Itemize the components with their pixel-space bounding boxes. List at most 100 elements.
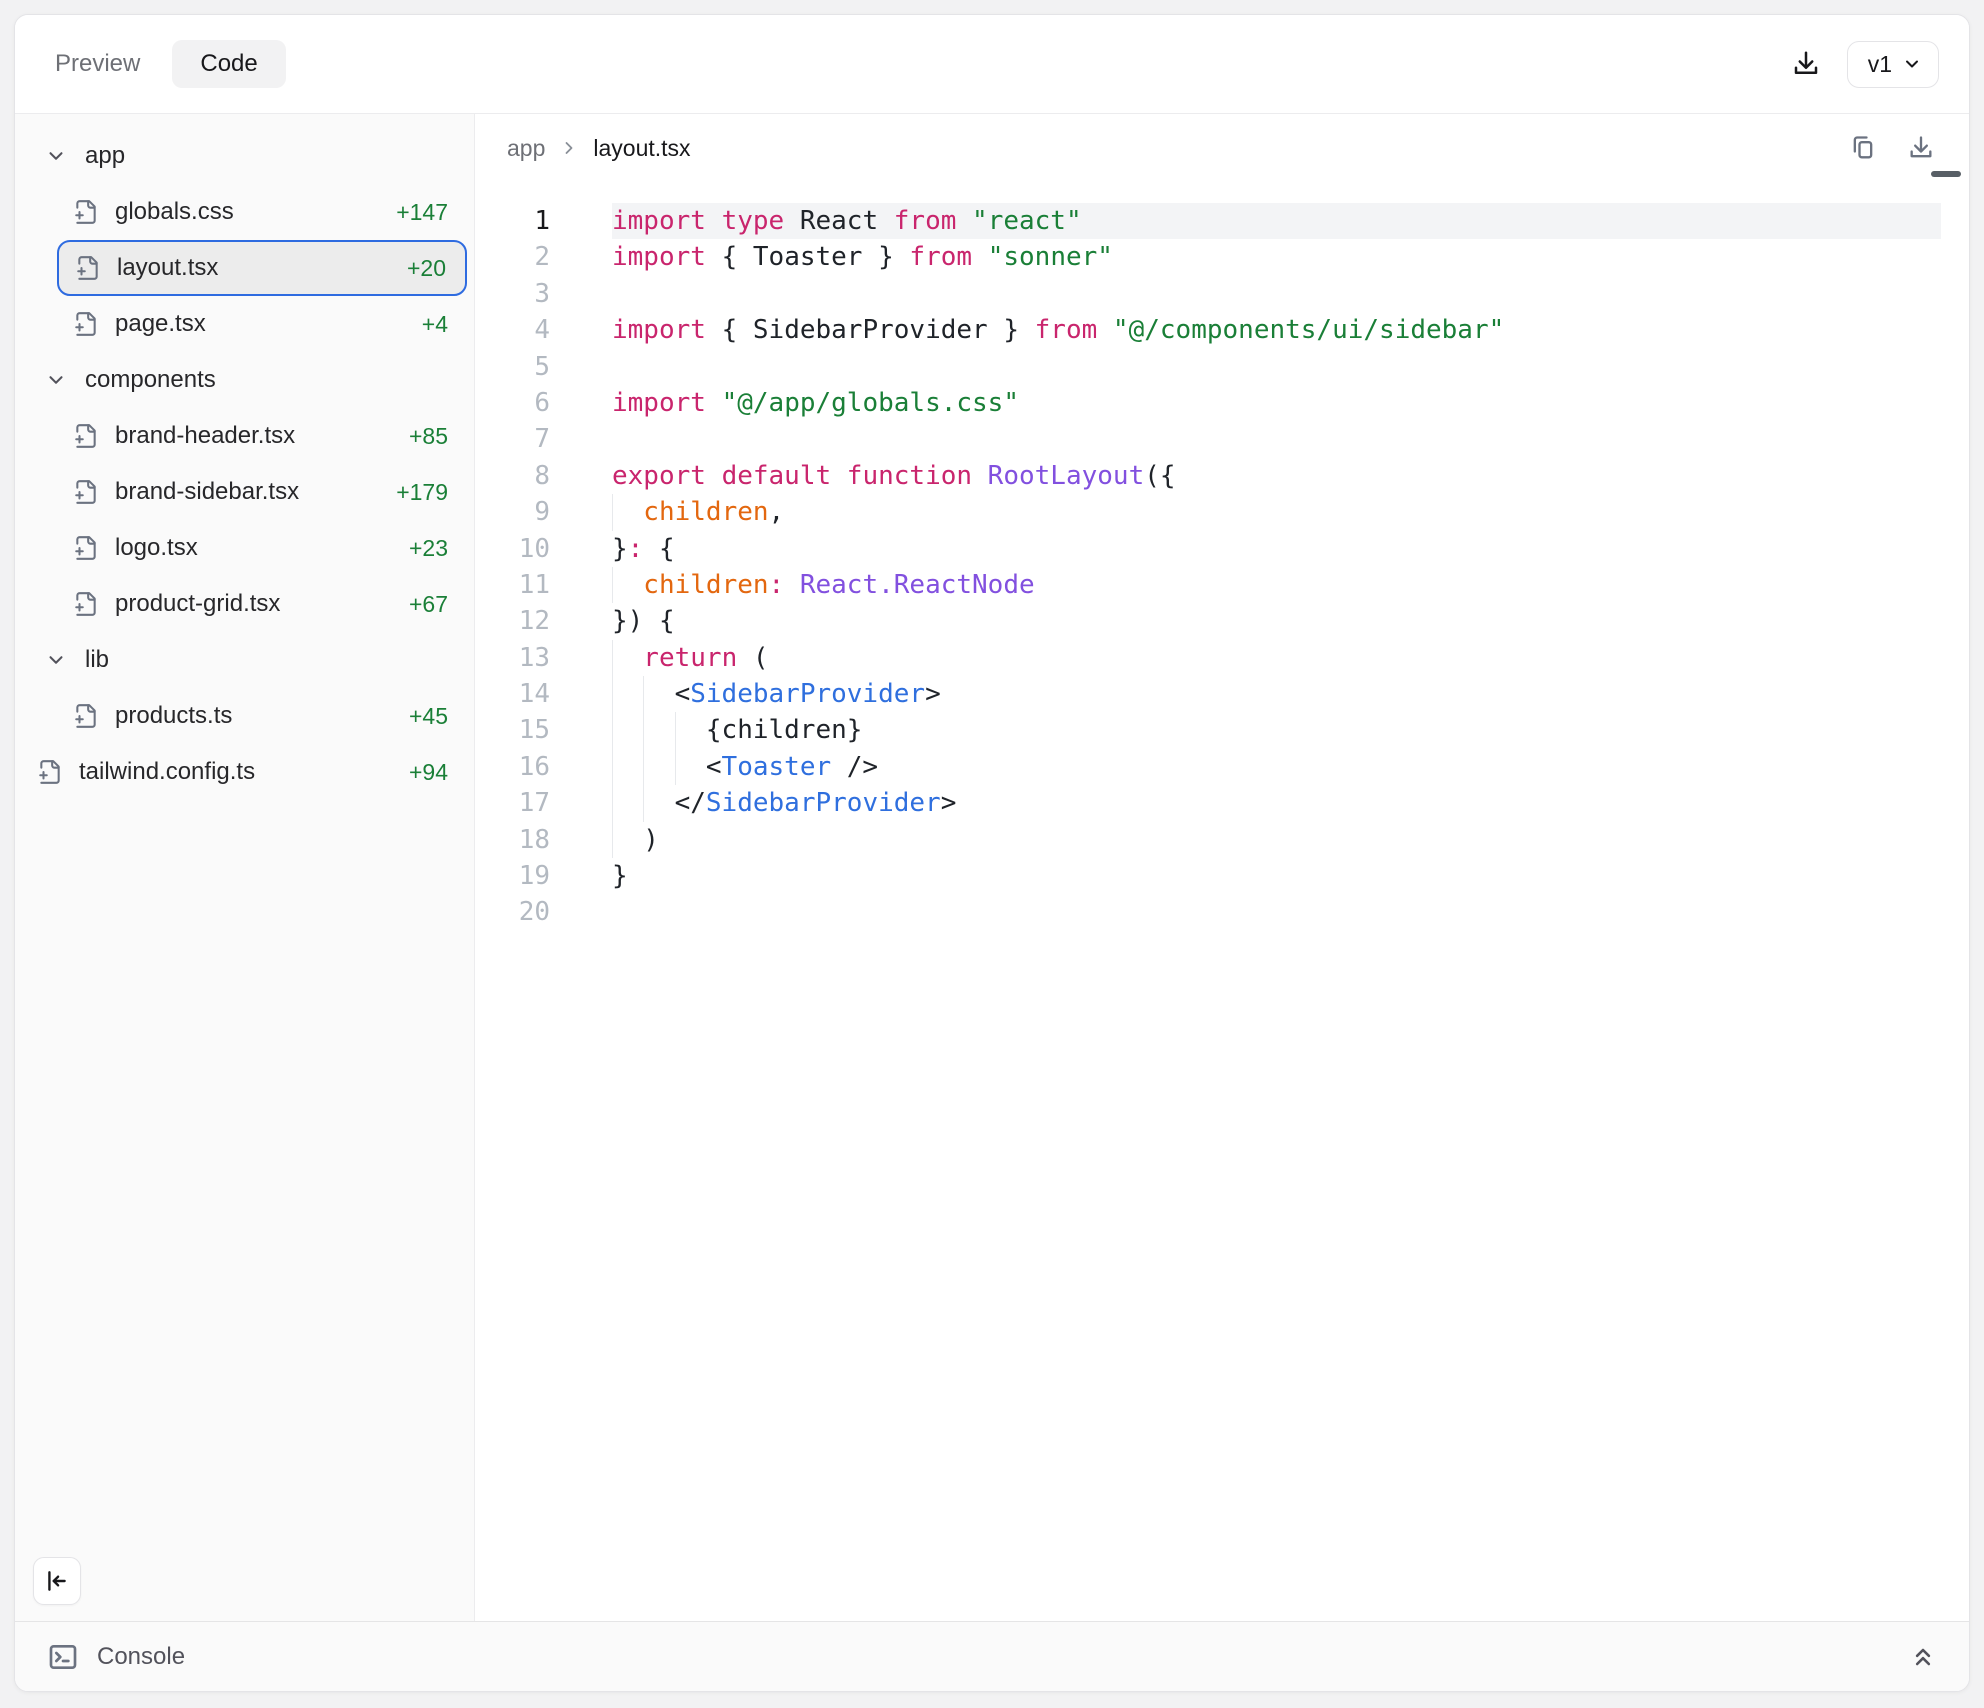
indent-guide: [612, 822, 643, 858]
breadcrumb: app layout.tsx: [475, 114, 1969, 174]
top-toolbar: Preview Code v1: [15, 15, 1969, 114]
code-token: ,: [769, 494, 785, 530]
code-line-20[interactable]: 20: [475, 894, 1969, 930]
code-line-16[interactable]: 16<Toaster />: [475, 749, 1969, 785]
code-line-content: import type React from "react": [612, 203, 1941, 239]
file-item-layout.tsx[interactable]: layout.tsx+20: [57, 240, 467, 296]
console-bar[interactable]: Console: [15, 1621, 1969, 1691]
code-line-4[interactable]: 4import { SidebarProvider } from "@/comp…: [475, 312, 1969, 348]
file-label: product-grid.tsx: [115, 590, 280, 618]
line-number: 18: [475, 822, 612, 858]
code-token: import: [612, 312, 706, 348]
code-line-17[interactable]: 17</SidebarProvider>: [475, 785, 1969, 821]
workspace-body: app globals.css +147 layout.tsx+20page.tsx+…: [15, 114, 1969, 1621]
panel-collapse-left-icon: [44, 1568, 70, 1594]
file-item-tailwind.config.ts[interactable]: tailwind.config.ts+94: [15, 744, 474, 800]
code-line-14[interactable]: 14<SidebarProvider>: [475, 676, 1969, 712]
code-line-5[interactable]: 5: [475, 349, 1969, 385]
code-line-18[interactable]: 18): [475, 822, 1969, 858]
line-number: 8: [475, 458, 612, 494]
file-item-brand-header.tsx[interactable]: brand-header.tsx +85: [15, 408, 474, 464]
file-tree-sidebar: app globals.css +147 layout.tsx+20page.tsx+…: [15, 114, 475, 1621]
tab-code[interactable]: Code: [172, 40, 285, 88]
diff-added-badge: +85: [409, 423, 448, 450]
file-item-brand-sidebar.tsx[interactable]: brand-sidebar.tsx+179: [15, 464, 474, 520]
indent-guide: [675, 749, 706, 785]
folder-item-components[interactable]: components: [15, 352, 474, 408]
code-line-6[interactable]: 6import "@/app/globals.css": [475, 385, 1969, 421]
code-token: :: [769, 567, 785, 603]
file-label: brand-header.tsx: [115, 422, 295, 450]
line-number: 20: [475, 894, 612, 930]
diff-added-badge: +67: [409, 591, 448, 618]
diff-added-badge: +147: [396, 199, 448, 226]
chevron-down-icon: [45, 369, 67, 391]
folder-label: app: [85, 142, 125, 170]
code-token: React.ReactNode: [784, 567, 1034, 603]
file-label: logo.tsx: [115, 534, 198, 562]
file-label: globals.css: [115, 198, 234, 226]
code-line-15[interactable]: 15{children}: [475, 712, 1969, 748]
copy-code-button[interactable]: [1849, 134, 1877, 162]
code-token: ): [643, 822, 659, 858]
code-line-content: [612, 276, 1941, 312]
line-number: 16: [475, 749, 612, 785]
line-number: 10: [475, 531, 612, 567]
line-number: 11: [475, 567, 612, 603]
folder-label: components: [85, 366, 216, 394]
code-token: React: [784, 203, 894, 239]
code-line-13[interactable]: 13return (: [475, 640, 1969, 676]
code-token: />: [831, 749, 878, 785]
code-line-3[interactable]: 3: [475, 276, 1969, 312]
file-plus-icon: [73, 479, 99, 505]
code-token: from: [1035, 312, 1098, 348]
code-viewport[interactable]: 1import type React from "react"2import {…: [475, 174, 1969, 1621]
code-token: {: [643, 531, 674, 567]
tab-preview[interactable]: Preview: [45, 40, 150, 88]
code-line-19[interactable]: 19}: [475, 858, 1969, 894]
line-number: 1: [475, 203, 612, 239]
breadcrumb-file: layout.tsx: [593, 135, 690, 162]
line-number: 15: [475, 712, 612, 748]
expand-console-button[interactable]: [1909, 1643, 1937, 1671]
indent-guide: [643, 749, 674, 785]
code-token: import: [612, 385, 706, 421]
scrollbar-thumb[interactable]: [1931, 171, 1961, 177]
indent-guide: [612, 640, 643, 676]
folder-item-app[interactable]: app: [15, 128, 474, 184]
file-item-product-grid.tsx[interactable]: product-grid.tsx +67: [15, 576, 474, 632]
file-item-logo.tsx[interactable]: logo.tsx+23: [15, 520, 474, 576]
code-line-content: [612, 894, 1941, 930]
code-line-10[interactable]: 10}: {: [475, 531, 1969, 567]
file-item-globals.css[interactable]: globals.css +147: [15, 184, 474, 240]
file-item-products.ts[interactable]: products.ts+45: [15, 688, 474, 744]
file-label: products.ts: [115, 702, 232, 730]
code-line-8[interactable]: 8export default function RootLayout({: [475, 458, 1969, 494]
file-plus-icon: [73, 703, 99, 729]
code-line-11[interactable]: 11children: React.ReactNode: [475, 567, 1969, 603]
code-line-2[interactable]: 2import { Toaster } from "sonner": [475, 239, 1969, 275]
indent-guide: [643, 712, 674, 748]
code-line-content: {children}: [612, 712, 1941, 748]
code-workspace-card: Preview Code v1 appglo: [14, 14, 1970, 1692]
download-file-button[interactable]: [1907, 134, 1935, 162]
breadcrumb-folder[interactable]: app: [507, 135, 545, 162]
code-line-12[interactable]: 12}) {: [475, 603, 1969, 639]
code-token: SidebarProvider: [690, 676, 925, 712]
file-item-page.tsx[interactable]: page.tsx+4: [15, 296, 474, 352]
code-editor-panel: app layout.tsx: [475, 114, 1969, 1621]
chevron-right-icon: [559, 138, 579, 158]
indent-guide: [612, 494, 643, 530]
folder-item-lib[interactable]: lib: [15, 632, 474, 688]
collapse-sidebar-button[interactable]: [33, 1557, 81, 1605]
code-line-9[interactable]: 9children,: [475, 494, 1969, 530]
code-line-7[interactable]: 7: [475, 421, 1969, 457]
code-line-content: ): [612, 822, 1941, 858]
version-label: v1: [1868, 51, 1892, 78]
download-project-button[interactable]: [1791, 49, 1821, 79]
version-dropdown[interactable]: v1: [1847, 41, 1939, 88]
code-token: export default function: [612, 458, 972, 494]
line-number: 5: [475, 349, 612, 385]
code-token: }: [612, 531, 628, 567]
code-line-1[interactable]: 1import type React from "react": [475, 203, 1969, 239]
